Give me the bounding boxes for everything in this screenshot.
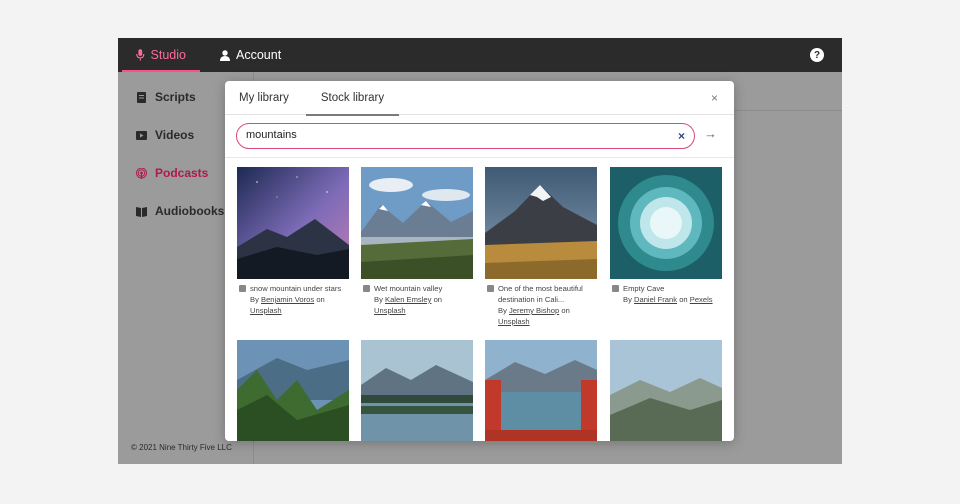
result-thumbnail[interactable] [361, 340, 473, 441]
copyright-footer: © 2021 Nine Thirty Five LLC [131, 443, 232, 452]
close-icon[interactable]: × [711, 91, 718, 105]
result-title: Empty Cave [623, 284, 665, 293]
result-by-label: By [623, 295, 632, 304]
result-on-label: on [433, 295, 443, 304]
author-link[interactable]: Daniel Frank [634, 295, 677, 304]
search-box: × [236, 123, 695, 149]
result-thumbnail[interactable] [485, 340, 597, 441]
result-card[interactable]: Empty Cave By Daniel Frank on Pexels [610, 167, 722, 304]
image-icon [363, 285, 370, 292]
tab-account-label: Account [236, 48, 282, 62]
podcast-icon [136, 167, 147, 179]
result-card[interactable] [237, 340, 349, 441]
result-card[interactable] [361, 340, 473, 441]
top-navigation-bar: Studio Account ? [118, 38, 842, 72]
tab-studio[interactable]: Studio [122, 38, 200, 72]
source-link[interactable]: Unsplash [250, 306, 282, 315]
result-caption: Wet mountain valley By Kalen Emsley on U… [361, 283, 473, 316]
source-link[interactable]: Pexels [690, 295, 713, 304]
tab-account[interactable]: Account [206, 38, 295, 72]
result-by-label: By [250, 295, 259, 304]
clear-icon[interactable]: × [678, 129, 685, 143]
search-input[interactable] [246, 129, 666, 141]
result-title: One of the most beautiful destination in… [498, 284, 583, 304]
divider [225, 157, 734, 158]
author-link[interactable]: Jeremy Bishop [509, 306, 559, 315]
media-library-modal: My library Stock library × × → snow moun… [225, 81, 734, 441]
sidebar-item-label: Scripts [155, 90, 196, 104]
sidebar-item-scripts[interactable]: Scripts [136, 90, 196, 104]
sidebar-item-audiobooks[interactable]: Audiobooks [136, 204, 224, 218]
book-icon [136, 206, 147, 217]
result-thumbnail[interactable] [237, 340, 349, 441]
result-card[interactable] [610, 340, 722, 441]
author-link[interactable]: Kalen Emsley [385, 295, 431, 304]
result-thumbnail[interactable] [610, 167, 722, 279]
result-title: snow mountain under stars [250, 284, 342, 293]
tab-studio-label: Studio [150, 48, 186, 62]
tab-my-library[interactable]: My library [239, 81, 289, 115]
arrow-right-icon[interactable]: → [704, 126, 717, 141]
result-caption: Empty Cave By Daniel Frank on Pexels [610, 283, 722, 305]
result-card[interactable]: One of the most beautiful destination in… [485, 167, 597, 326]
result-by-label: By [374, 295, 383, 304]
result-thumbnail[interactable] [610, 340, 722, 441]
result-caption: snow mountain under stars By Benjamin Vo… [237, 283, 349, 316]
tab-stock-library[interactable]: Stock library [306, 81, 399, 116]
question-icon[interactable]: ? [810, 48, 824, 62]
author-link[interactable]: Benjamin Voros [261, 295, 314, 304]
image-icon [612, 285, 619, 292]
result-on-label: on [316, 295, 325, 304]
result-on-label: on [561, 306, 570, 315]
sidebar-item-videos[interactable]: Videos [136, 128, 194, 142]
sidebar-item-label: Videos [155, 128, 195, 142]
result-thumbnail[interactable] [485, 167, 597, 279]
result-card[interactable]: snow mountain under stars By Benjamin Vo… [237, 167, 349, 315]
modal-tab-bar: My library Stock library × [225, 81, 734, 116]
document-icon [137, 91, 146, 103]
result-by-label: By [498, 306, 507, 315]
result-thumbnail[interactable] [237, 167, 349, 279]
result-card[interactable]: Wet mountain valley By Kalen Emsley on U… [361, 167, 473, 315]
user-icon [220, 49, 230, 61]
image-icon [487, 285, 494, 292]
result-on-label: on [679, 295, 688, 304]
source-link[interactable]: Unsplash [498, 317, 530, 326]
image-icon [239, 285, 246, 292]
sidebar-item-label: Audiobooks [155, 204, 225, 218]
microphone-icon [136, 49, 145, 61]
result-card[interactable] [485, 340, 597, 441]
sidebar-item-podcasts[interactable]: Podcasts [136, 166, 208, 180]
play-icon [136, 130, 147, 140]
result-title: Wet mountain valley [374, 284, 443, 293]
source-link[interactable]: Unsplash [374, 306, 406, 315]
sidebar-item-label: Podcasts [155, 166, 209, 180]
result-caption: One of the most beautiful destination in… [485, 283, 597, 327]
result-thumbnail[interactable] [361, 167, 473, 279]
